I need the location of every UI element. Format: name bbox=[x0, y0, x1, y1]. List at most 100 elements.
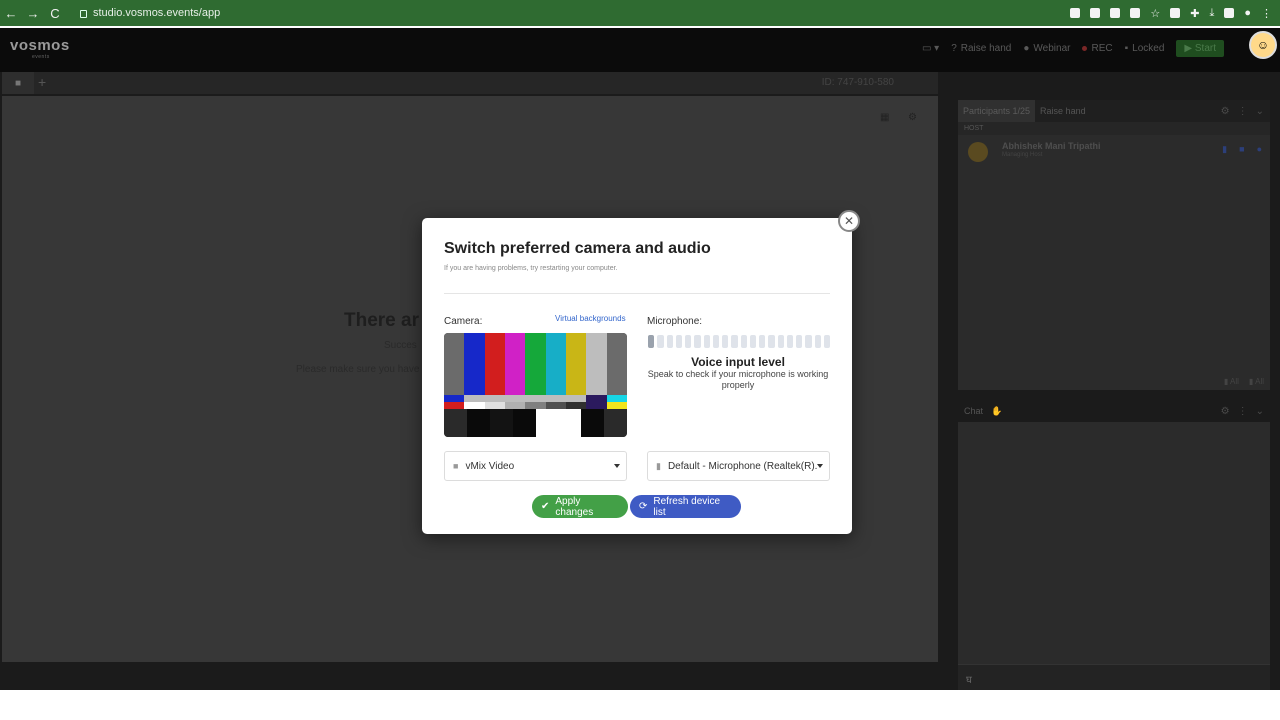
mute-all-audio-button[interactable]: ▮ All bbox=[1224, 377, 1239, 386]
participant-row[interactable]: Abhishek Mani Tripathi Managing Host ▮ ■… bbox=[958, 141, 1270, 171]
avatar-face-icon: ☺ bbox=[1256, 38, 1270, 52]
camera-select-value: vMix Video bbox=[465, 460, 515, 472]
chat-panel: Chat ✋ ⚙ ⋮ ⌄ घ bbox=[958, 400, 1270, 690]
voice-level-segment bbox=[796, 335, 803, 348]
reload-button[interactable]: C bbox=[44, 6, 66, 21]
start-button[interactable]: ▶ Start bbox=[1176, 40, 1224, 57]
voice-level-segment bbox=[740, 335, 747, 348]
chevron-down-icon[interactable]: ⌄ bbox=[1256, 106, 1264, 117]
voice-level-title: Voice input level bbox=[691, 355, 785, 369]
voice-level-segment bbox=[768, 335, 775, 348]
voice-level-segment bbox=[675, 335, 682, 348]
record-dot-icon bbox=[1082, 46, 1088, 51]
voice-level-segment bbox=[823, 335, 830, 348]
key-icon[interactable] bbox=[1090, 8, 1101, 18]
app-header: vosmos events ▭ ▾ ? Raise hand ● Webinar… bbox=[0, 28, 1280, 72]
camera-label: Camera: bbox=[444, 316, 483, 327]
locked-button[interactable]: ▪ Locked bbox=[1125, 43, 1165, 54]
chevron-down-icon[interactable]: ⌄ bbox=[1256, 406, 1264, 417]
stage-tabs: ■ + ID: 747-910-580 bbox=[2, 72, 938, 94]
sidepanel-icon[interactable] bbox=[1224, 8, 1235, 18]
profile-icon[interactable]: ● bbox=[1244, 7, 1251, 19]
microphone-icon[interactable]: ▮ bbox=[1222, 144, 1227, 155]
apply-changes-button[interactable]: ✔ Apply changes bbox=[532, 495, 628, 518]
tab-raise-hand[interactable]: Raise hand bbox=[1035, 100, 1091, 122]
voice-level-segment bbox=[805, 335, 812, 348]
color-bars-middle bbox=[444, 395, 627, 409]
empty-stage-subtitle: Succes bbox=[384, 340, 417, 351]
puzzle-icon[interactable]: ✚ bbox=[1190, 7, 1199, 20]
chat-input[interactable]: घ bbox=[958, 664, 1270, 690]
host-section-label: HOST bbox=[958, 122, 1270, 135]
tab-camera[interactable]: ■ bbox=[2, 72, 34, 94]
meeting-id: ID: 747-910-580 bbox=[821, 77, 894, 88]
grid-icon[interactable]: ▦ bbox=[880, 112, 889, 123]
participant-role: Managing Host bbox=[1002, 152, 1043, 158]
participants-panel-icons: ⚙ ⋮ ⌄ bbox=[1221, 106, 1270, 117]
share-icon[interactable] bbox=[1130, 8, 1141, 18]
caret-down-icon bbox=[817, 464, 823, 468]
download-icon[interactable]: ⤓ bbox=[1209, 7, 1214, 20]
play-icon: ▶ bbox=[1184, 43, 1193, 54]
color-bars-bottom bbox=[444, 409, 627, 437]
refresh-icon: ⟳ bbox=[639, 501, 648, 512]
url-text: studio.vosmos.events/app bbox=[93, 7, 221, 19]
camera-icon[interactable] bbox=[1070, 8, 1081, 18]
lock-icon bbox=[80, 10, 87, 18]
user-avatar[interactable]: ☺ bbox=[1249, 31, 1277, 59]
add-tab-button[interactable]: + bbox=[38, 74, 46, 90]
voice-level-segment bbox=[648, 335, 655, 348]
settings-icon[interactable]: ⚙ bbox=[1221, 406, 1230, 417]
microphone-select[interactable]: ▮ Default - Microphone (Realtek(R)... bbox=[647, 451, 830, 481]
chat-header: Chat ✋ ⚙ ⋮ ⌄ bbox=[958, 400, 1270, 422]
voice-level-segment bbox=[694, 335, 701, 348]
chat-panel-icons: ⚙ ⋮ ⌄ bbox=[1221, 406, 1270, 417]
camera-select[interactable]: ■ vMix Video bbox=[444, 451, 627, 481]
participant-avatar bbox=[968, 142, 988, 162]
microphone-icon: ▮ bbox=[656, 460, 661, 471]
more-icon[interactable]: ⋮ bbox=[1238, 406, 1248, 417]
voice-level-meter bbox=[648, 335, 830, 348]
browser-extension-icons: ☆ ✚ ⤓ ● ⋮ bbox=[1070, 0, 1272, 26]
more-icon[interactable]: ⋮ bbox=[1238, 106, 1248, 117]
refresh-device-list-button[interactable]: ⟳ Refresh device list bbox=[630, 495, 741, 518]
video-camera-icon[interactable]: ■ bbox=[1239, 144, 1244, 155]
voice-level-segment bbox=[685, 335, 692, 348]
participant-controls: ▮ ■ ● bbox=[1222, 144, 1262, 155]
mute-all-video-button[interactable]: ▮ All bbox=[1249, 377, 1264, 386]
vosmos-logo: vosmos events bbox=[10, 37, 70, 60]
voice-level-segment bbox=[666, 335, 673, 348]
help-icon: ? bbox=[951, 43, 957, 54]
wave-icon: ✋ bbox=[991, 405, 1003, 416]
header-tools: ▭ ▾ ? Raise hand ● Webinar REC ▪ Locked … bbox=[922, 40, 1224, 57]
tab-participants[interactable]: Participants 1/25 bbox=[958, 100, 1036, 122]
layout-button[interactable]: ▭ ▾ bbox=[922, 43, 939, 54]
microphone-label: Microphone: bbox=[647, 316, 703, 327]
star-icon[interactable]: ☆ bbox=[1150, 7, 1160, 20]
raise-hand-button[interactable]: ? Raise hand bbox=[951, 43, 1011, 54]
forward-button[interactable]: → bbox=[22, 6, 44, 21]
menu-icon[interactable]: ⋮ bbox=[1261, 7, 1272, 20]
virtual-backgrounds-link[interactable]: Virtual backgrounds bbox=[555, 314, 626, 323]
close-button[interactable]: ✕ bbox=[838, 210, 860, 232]
chat-title: Chat bbox=[964, 406, 984, 416]
voice-level-segment bbox=[786, 335, 793, 348]
camera-preview bbox=[444, 333, 627, 437]
voice-level-segment bbox=[749, 335, 756, 348]
voice-level-segment bbox=[722, 335, 729, 348]
address-bar[interactable]: studio.vosmos.events/app bbox=[80, 7, 220, 19]
webinar-button[interactable]: ● Webinar bbox=[1023, 43, 1070, 54]
back-button[interactable]: ← bbox=[0, 6, 22, 21]
settings-icon[interactable]: ⚙ bbox=[908, 112, 917, 123]
rec-button[interactable]: REC bbox=[1082, 43, 1113, 54]
info-icon[interactable]: ● bbox=[1257, 144, 1262, 155]
empty-stage-title: There ar bbox=[344, 310, 419, 331]
voice-level-text: Speak to check if your microphone is wor… bbox=[647, 369, 829, 390]
modal-divider bbox=[444, 293, 830, 294]
install-icon[interactable] bbox=[1110, 8, 1121, 18]
extension-icon[interactable] bbox=[1170, 8, 1181, 18]
settings-icon[interactable]: ⚙ bbox=[1221, 106, 1230, 117]
participants-panel: Participants 1/25 Raise hand ⚙ ⋮ ⌄ HOST … bbox=[958, 100, 1270, 390]
close-icon: ✕ bbox=[843, 214, 855, 228]
empty-stage-hint: Please make sure you have bbox=[296, 364, 420, 375]
